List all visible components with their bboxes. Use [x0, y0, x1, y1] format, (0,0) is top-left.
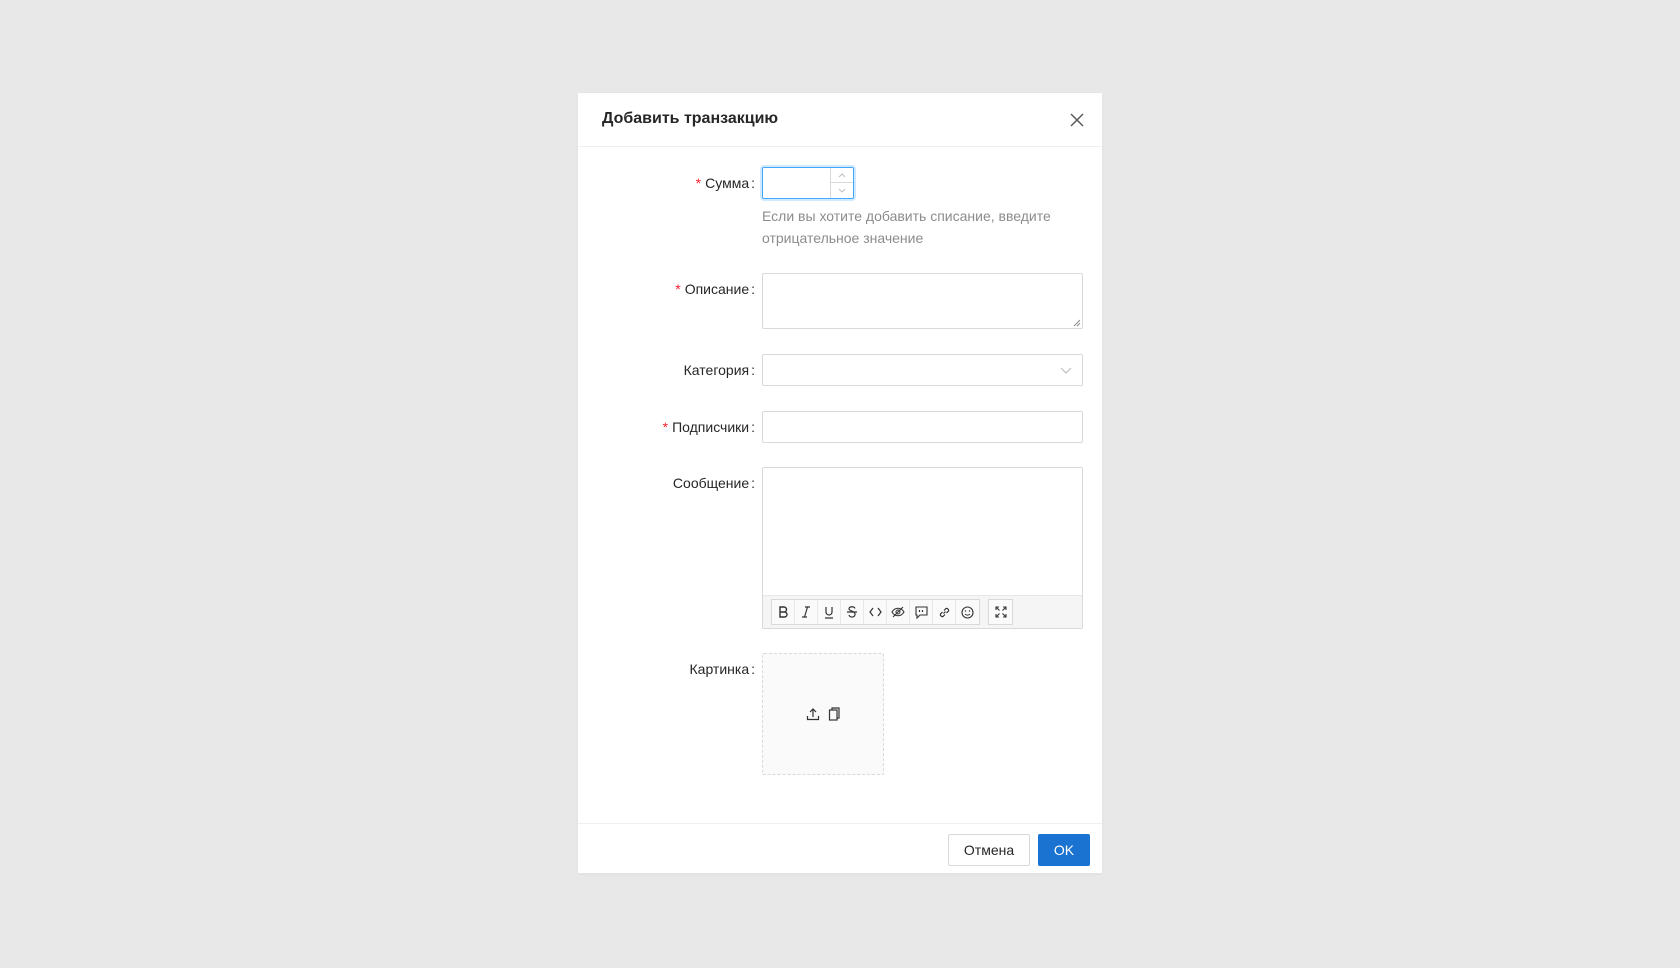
chevron-down-icon: [1060, 367, 1072, 374]
ok-button[interactable]: OK: [1038, 834, 1090, 866]
category-select[interactable]: [762, 354, 1083, 386]
required-mark: *: [695, 175, 702, 191]
amount-stepper: [830, 168, 853, 198]
resize-grip-icon[interactable]: [1072, 318, 1081, 327]
close-icon[interactable]: [1066, 109, 1088, 131]
message-label: Сообщение:: [672, 475, 755, 491]
modal-footer: Отмена OK: [578, 823, 1102, 873]
bold-icon[interactable]: [772, 600, 795, 624]
picture-upload[interactable]: [762, 653, 884, 775]
modal-title: Добавить транзакцию: [602, 110, 779, 127]
fullscreen-icon[interactable]: [989, 600, 1012, 624]
link-icon[interactable]: [933, 600, 956, 624]
required-mark: *: [675, 281, 681, 297]
quote-icon[interactable]: [910, 600, 933, 624]
chevron-up-icon: [838, 173, 846, 178]
amount-help-text: Если вы хотите добавить списание, введит…: [762, 208, 1051, 246]
required-mark: *: [662, 419, 669, 435]
editor-toolbar: [763, 595, 1082, 628]
paste-icon[interactable]: [828, 707, 840, 721]
emoji-icon[interactable]: [956, 600, 979, 624]
description-textarea[interactable]: [762, 273, 1083, 329]
message-editor-area[interactable]: [763, 468, 1082, 595]
code-icon[interactable]: [864, 600, 887, 624]
description-label: * Описание:: [675, 281, 755, 297]
underline-icon[interactable]: [818, 600, 841, 624]
amount-input[interactable]: [762, 167, 854, 199]
chevron-down-icon: [838, 188, 846, 193]
upload-icon[interactable]: [806, 707, 820, 721]
strikethrough-icon[interactable]: [841, 600, 864, 624]
message-editor: [762, 467, 1083, 629]
italic-icon[interactable]: [795, 600, 818, 624]
modal-header: Добавить транзакцию: [578, 93, 1102, 147]
spoiler-icon[interactable]: [887, 600, 910, 624]
cancel-button[interactable]: Отмена: [948, 834, 1030, 866]
amount-label: * Сумма:: [695, 175, 755, 191]
category-label: Категория:: [683, 362, 755, 378]
add-transaction-modal: Добавить транзакцию * Сумма: Если вы хоти…: [578, 93, 1102, 873]
subscribers-input[interactable]: [762, 411, 1083, 443]
subscribers-label: * Подписчики:: [662, 419, 755, 435]
increment-button[interactable]: [831, 168, 853, 183]
picture-label: Картинка:: [689, 661, 756, 677]
decrement-button[interactable]: [831, 183, 853, 198]
